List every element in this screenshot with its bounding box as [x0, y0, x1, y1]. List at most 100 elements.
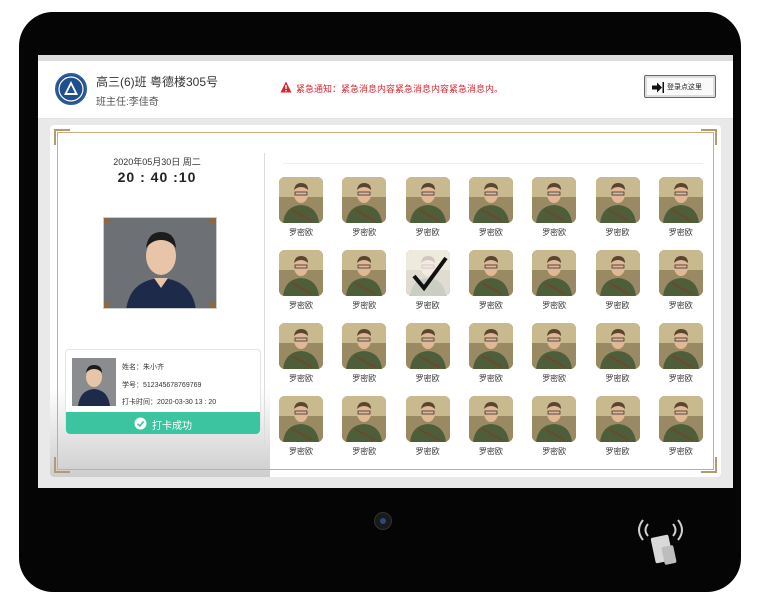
student-card[interactable]: 罗密欧 [593, 323, 643, 389]
student-card[interactable]: 罗密欧 [403, 250, 453, 316]
photo-corner [210, 302, 216, 308]
live-camera-photo [103, 217, 217, 309]
student-card[interactable]: 罗密欧 [339, 323, 389, 389]
student-avatar [468, 250, 513, 296]
student-name-label: 罗密欧 [478, 228, 503, 237]
student-name-label: 罗密欧 [605, 228, 630, 237]
check-circle-icon [134, 417, 147, 430]
student-name: 姓名：朱小齐 [122, 364, 164, 371]
student-card[interactable]: 罗密欧 [466, 323, 516, 389]
photo-corner [104, 218, 110, 224]
student-avatar [658, 323, 703, 369]
student-name-label: 罗密欧 [289, 228, 313, 237]
student-avatar [595, 250, 640, 296]
login-label: 登录点这里 [667, 84, 702, 91]
student-avatar [532, 323, 577, 369]
student-name-label: 罗密欧 [352, 228, 377, 237]
student-name-label: 罗密欧 [605, 301, 630, 310]
class-name: 高三(6)班 粤德楼305号 [96, 75, 219, 89]
student-name-label: 罗密欧 [668, 374, 693, 383]
checkin-time: 打卡时间：2020-03-30 13 : 20 [122, 399, 217, 406]
student-name-label: 罗密欧 [478, 301, 503, 310]
student-avatar [279, 177, 323, 223]
nfc-icon [638, 519, 683, 565]
student-card[interactable]: 罗密欧 [466, 396, 516, 462]
notice-text: 紧急通知：紧急消息内容紧急消息内容紧急消息内。 [296, 84, 504, 94]
student-name-label: 罗密欧 [289, 374, 313, 383]
current-date: 2020年05月30日 周二 [113, 157, 201, 167]
grid-top-line [283, 163, 703, 164]
login-button[interactable]: 登录点这里 [644, 75, 716, 98]
student-card[interactable]: 罗密欧 [403, 323, 453, 389]
student-avatar [405, 177, 450, 223]
student-name-label: 罗密欧 [605, 374, 630, 383]
student-card[interactable]: 罗密欧 [529, 177, 579, 243]
warning-icon [280, 81, 292, 93]
checkin-status: 打卡成功 [152, 421, 192, 432]
student-avatar [405, 396, 450, 442]
student-id: 学号：512345678769769 [122, 382, 202, 389]
student-card[interactable]: 罗密欧 [529, 250, 579, 316]
student-avatar [468, 323, 513, 369]
student-name-label: 罗密欧 [478, 447, 503, 456]
photo-corner [104, 302, 110, 308]
student-avatar [532, 396, 577, 442]
student-grid: 罗密欧 罗密欧 罗密欧 罗密欧 罗密欧 罗密欧 罗密欧 罗密欧 罗密欧 罗密欧 罗密欧 罗密欧 罗密欧罗… [276, 177, 706, 467]
student-card[interactable]: 罗密欧 [276, 323, 326, 389]
student-card[interactable]: 罗密欧 [656, 396, 706, 462]
student-card[interactable]: 罗密欧 [403, 177, 453, 243]
student-name-label: 罗密欧 [542, 228, 567, 237]
student-card[interactable]: 罗密欧 [656, 250, 706, 316]
student-card[interactable]: 罗密欧 [529, 323, 579, 389]
student-avatar [595, 323, 640, 369]
student-avatar [279, 396, 323, 442]
student-avatar [658, 250, 703, 296]
student-card[interactable]: 罗密欧 [466, 177, 516, 243]
student-card[interactable]: 罗密欧 [656, 177, 706, 243]
student-card[interactable]: 罗密欧 [593, 250, 643, 316]
student-card[interactable]: 罗密欧 [466, 250, 516, 316]
student-name-label: 罗密欧 [415, 228, 440, 237]
student-avatar [595, 177, 640, 223]
school-logo-icon [55, 73, 87, 105]
student-name-label: 罗密欧 [542, 301, 567, 310]
student-name-label: 罗密欧 [289, 301, 313, 310]
head-teacher: 班主任:李佳奇 [96, 97, 159, 108]
frame-corner [701, 129, 717, 145]
student-name-label: 罗密欧 [352, 374, 377, 383]
student-card[interactable]: 罗密欧 [339, 177, 389, 243]
current-time: 20 : 40 :10 [117, 169, 197, 185]
student-avatar [342, 177, 387, 223]
student-avatar [532, 250, 577, 296]
attendance-panel: 2020年05月30日 周二 20 : 40 :10 姓名：朱小齐 学号：512… [50, 125, 721, 477]
student-avatar [342, 396, 387, 442]
student-card[interactable]: 罗密欧 [403, 396, 453, 462]
checkin-avatar [72, 358, 116, 406]
student-card[interactable]: 罗密欧 [339, 396, 389, 462]
student-card[interactable]: 罗密欧 [339, 250, 389, 316]
student-name-label: 罗密欧 [605, 447, 630, 456]
student-avatar [405, 250, 450, 296]
frame-corner [54, 129, 70, 145]
panel-divider [264, 153, 265, 453]
student-name-label: 罗密欧 [668, 228, 693, 237]
student-name-label: 罗密欧 [668, 447, 693, 456]
student-avatar [658, 177, 703, 223]
student-avatar [468, 396, 513, 442]
checked-overlay [405, 250, 450, 296]
student-avatar [658, 396, 703, 442]
student-card[interactable]: 罗密欧 [276, 396, 326, 462]
student-card[interactable]: 罗密欧 [276, 250, 326, 316]
photo-corner [210, 218, 216, 224]
student-card[interactable]: 罗密欧 [276, 177, 326, 243]
checkin-info-card: 姓名：朱小齐 学号：512345678769769 打卡时间：2020-03-3… [65, 349, 261, 435]
login-arrow-icon [652, 82, 664, 93]
student-avatar [532, 177, 577, 223]
header-bar: 高三(6)班 粤德楼305号 班主任:李佳奇 紧急通知：紧急消息内容紧急消息内容… [38, 61, 733, 119]
student-avatar [468, 177, 513, 223]
student-card[interactable]: 罗密欧 [656, 323, 706, 389]
student-card[interactable]: 罗密欧 [593, 396, 643, 462]
student-name-label: 罗密欧 [478, 374, 503, 383]
student-card[interactable]: 罗密欧 [593, 177, 643, 243]
student-card[interactable]: 罗密欧 [529, 396, 579, 462]
